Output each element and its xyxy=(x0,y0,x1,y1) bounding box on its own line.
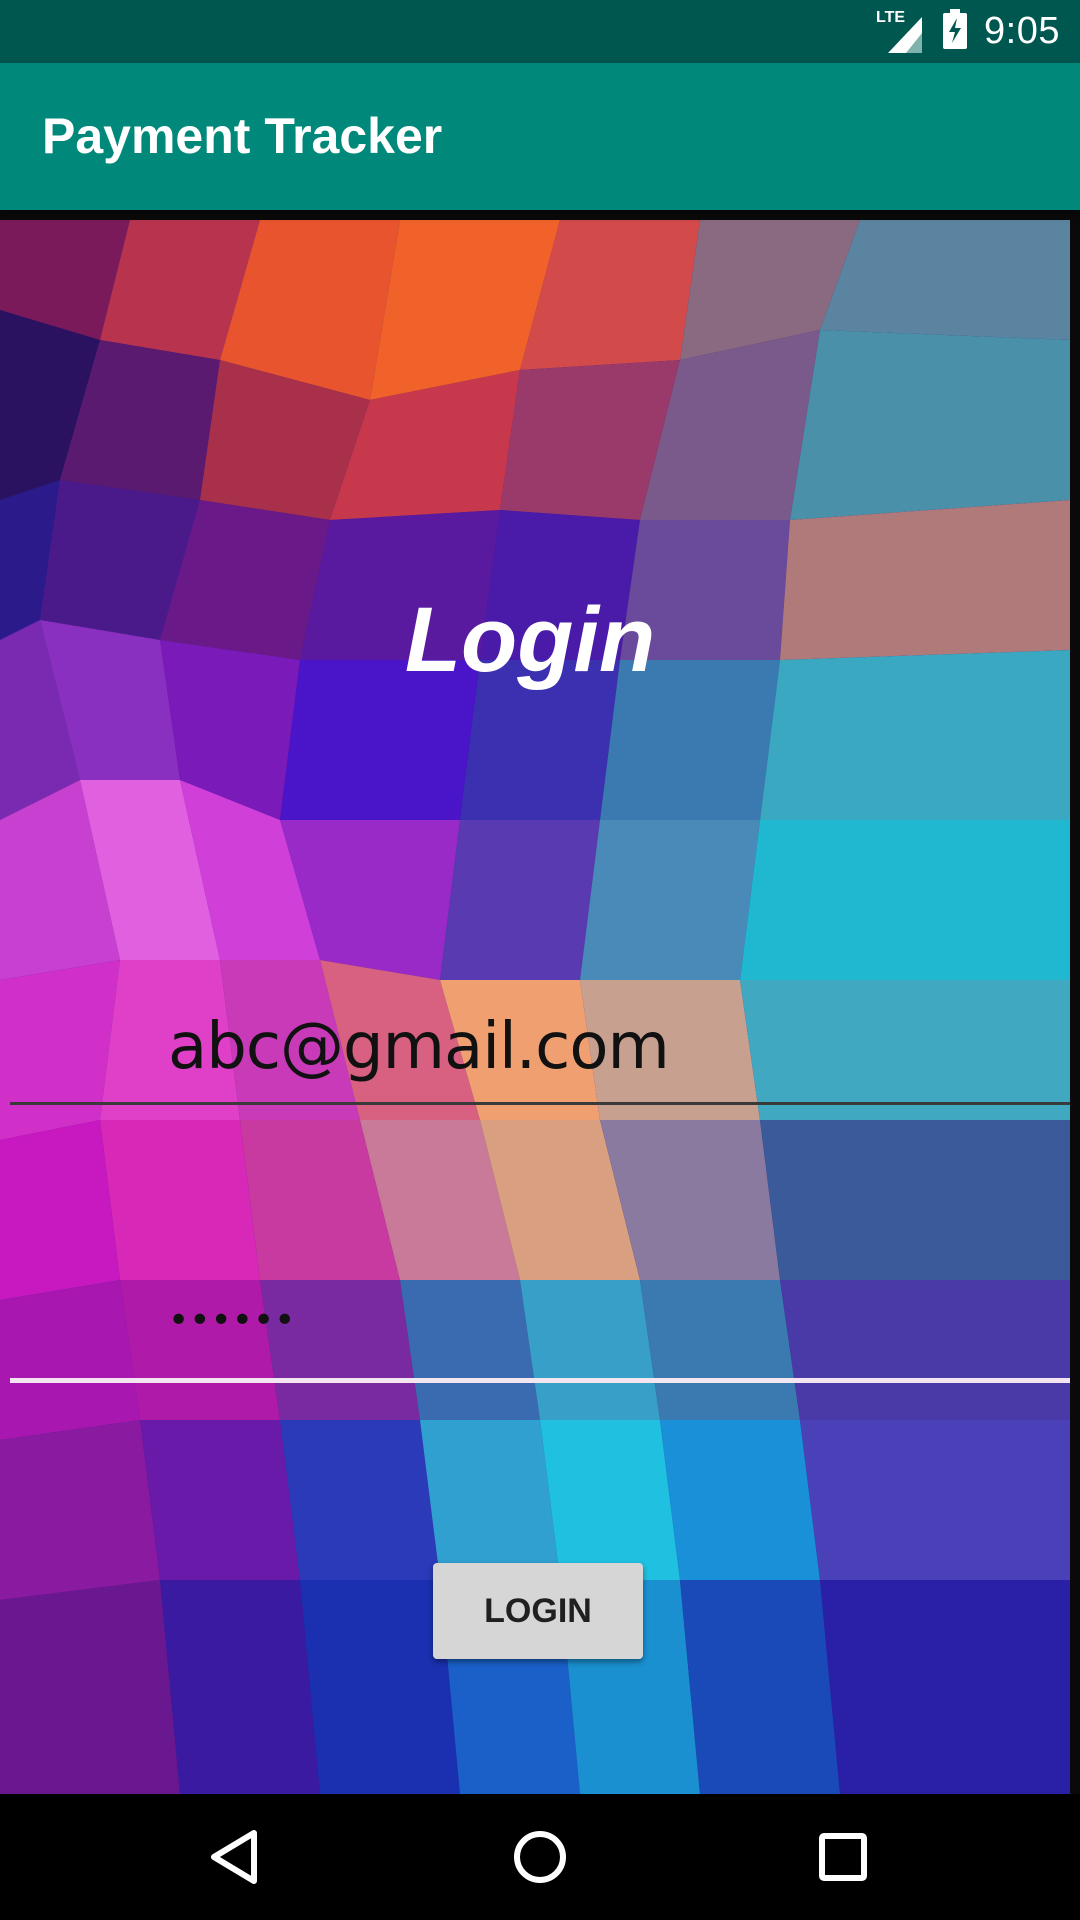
battery-charging-icon xyxy=(942,9,968,54)
login-screen: Login abc@gmail.com •••••• LOGIN xyxy=(0,220,1070,1794)
email-value[interactable]: abc@gmail.com xyxy=(168,1010,670,1084)
password-value[interactable]: •••••• xyxy=(168,1300,295,1341)
email-underline xyxy=(10,1102,1070,1105)
back-icon[interactable] xyxy=(196,1817,276,1897)
password-field[interactable]: •••••• xyxy=(10,1300,1070,1390)
polygon-background-image xyxy=(0,220,1070,1794)
clock-time: 9:05 xyxy=(984,10,1060,52)
app-bar: Payment Tracker xyxy=(0,63,1080,210)
login-button[interactable]: LOGIN xyxy=(433,1563,643,1659)
status-bar: LTE 9:05 xyxy=(0,0,1080,63)
status-icons: LTE 9:05 xyxy=(876,0,1060,63)
content-frame: Login abc@gmail.com •••••• LOGIN xyxy=(0,210,1080,1794)
signal-icon: LTE xyxy=(876,8,926,53)
login-heading: Login xyxy=(404,589,656,691)
navigation-bar xyxy=(0,1794,1080,1920)
home-icon[interactable] xyxy=(500,1817,580,1897)
email-field[interactable]: abc@gmail.com xyxy=(10,1010,1070,1110)
app-title: Payment Tracker xyxy=(42,108,443,164)
password-underline xyxy=(10,1378,1070,1383)
network-type-label: LTE xyxy=(876,8,906,26)
recents-icon[interactable] xyxy=(803,1817,883,1897)
